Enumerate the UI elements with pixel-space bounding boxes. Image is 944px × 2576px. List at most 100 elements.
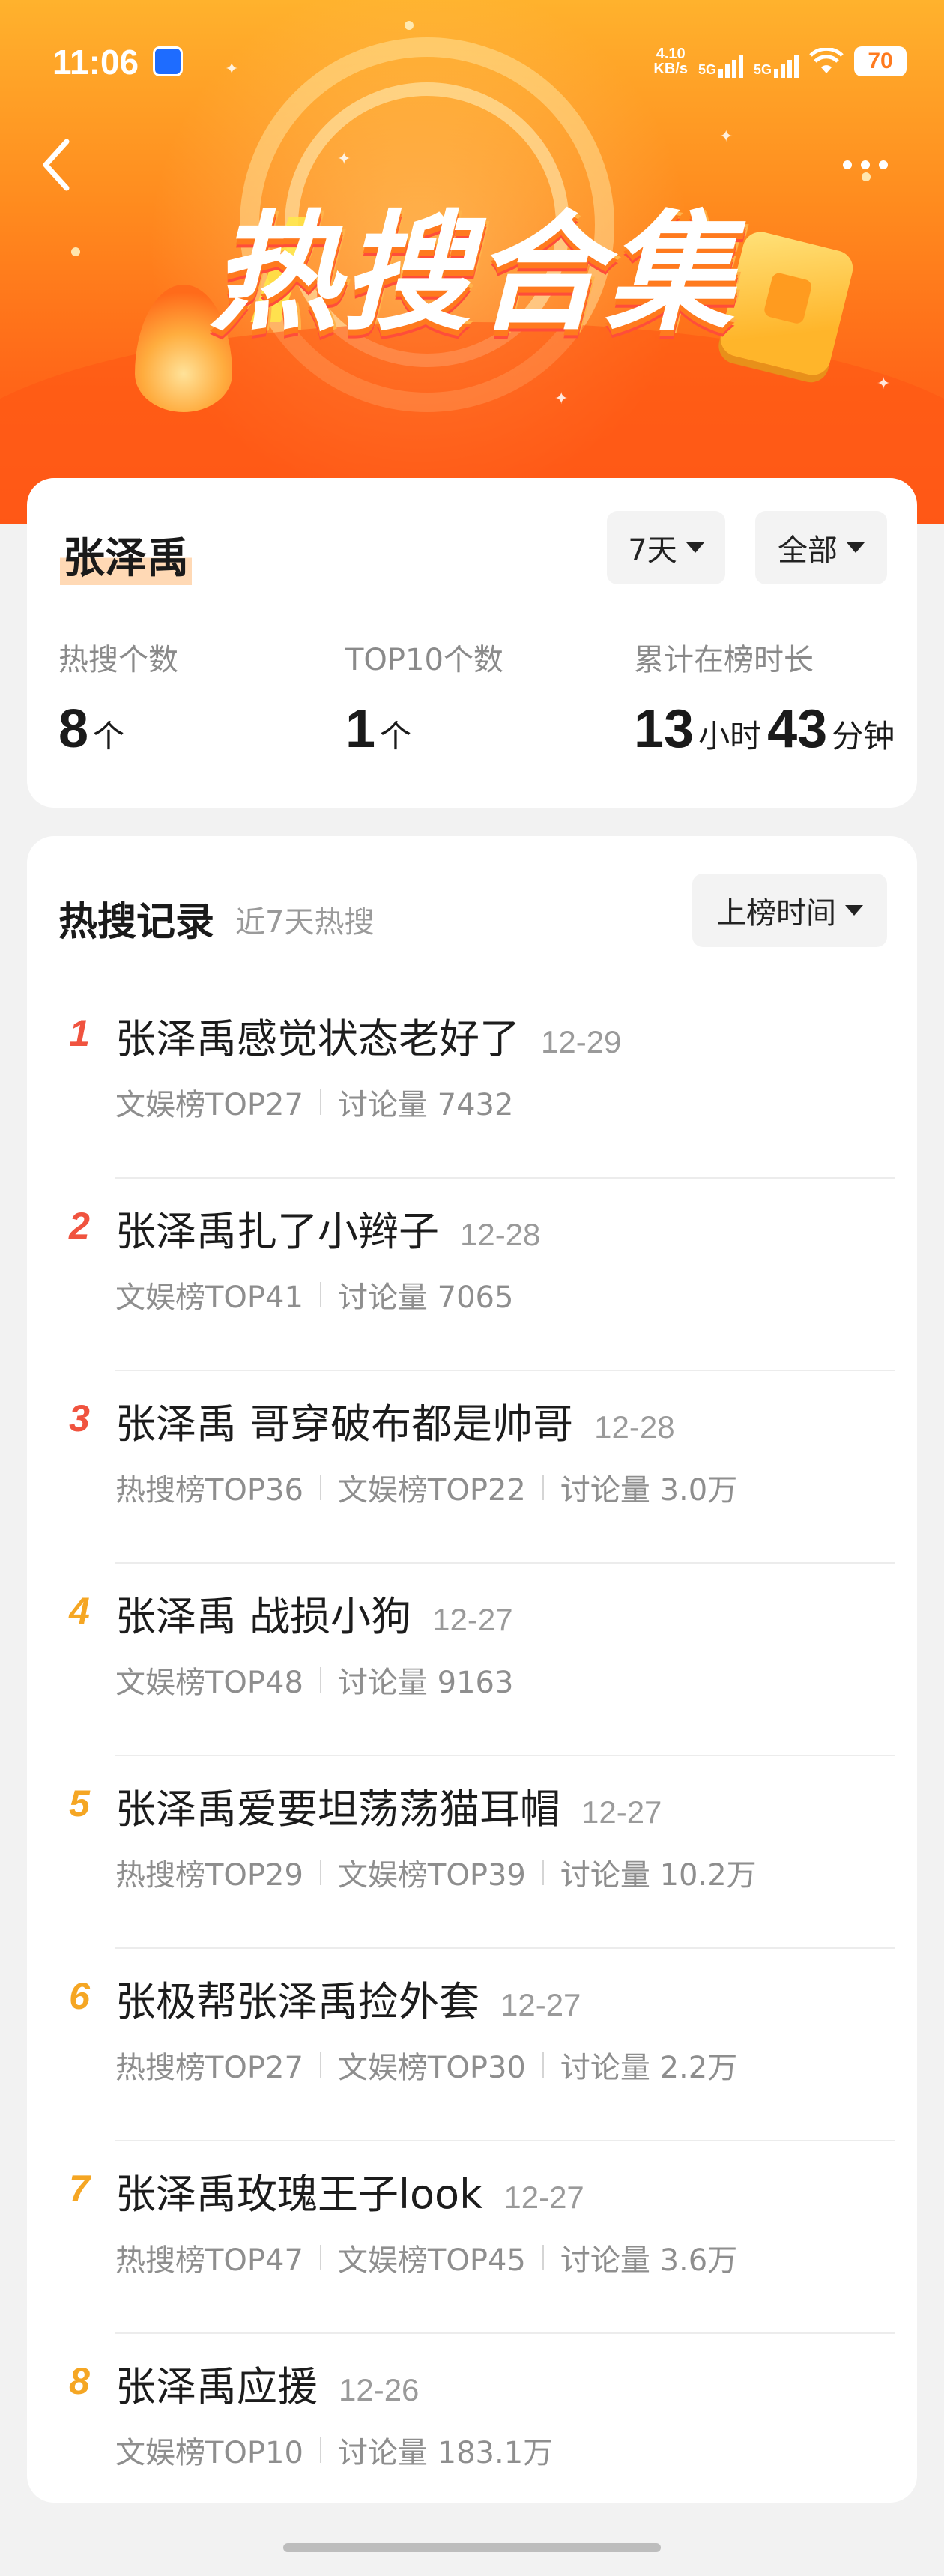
record-meta-item: 热搜榜TOP47 xyxy=(115,2243,303,2278)
record-meta-item: 讨论量 183.1万 xyxy=(337,2436,554,2470)
list-item[interactable]: 6 张极帮张泽禹捡外套 12-27 热搜榜TOP27 文娱榜TOP30 讨论量 2.2万 xyxy=(27,1949,917,2141)
battery-icon: 70 xyxy=(854,46,907,76)
chevron-left-icon xyxy=(43,139,70,191)
signal-5g-icon: 5G xyxy=(698,45,743,78)
records-title: 热搜记录 xyxy=(58,900,215,945)
category-filter-label: 全部 xyxy=(778,533,838,568)
sort-label: 上榜时间 xyxy=(716,896,836,931)
network-speed-value: 4.10 xyxy=(656,46,686,62)
category-filter-dropdown[interactable]: 全部 xyxy=(755,511,887,584)
wifi-icon xyxy=(809,48,844,73)
signal-label: 5G xyxy=(698,62,716,77)
record-date: 12-27 xyxy=(503,2180,584,2215)
list-item[interactable]: 3 张泽禹 哥穿破布都是帅哥 12-28 热搜榜TOP36 文娱榜TOP22 讨论量 3.… xyxy=(27,1371,917,1564)
meta-separator xyxy=(319,1860,321,1885)
more-options-button[interactable] xyxy=(824,146,907,184)
caret-down-icon xyxy=(845,905,863,916)
network-speed-unit: KB/s xyxy=(653,61,688,77)
stat-unit: 小时 xyxy=(698,718,762,755)
record-meta-item: 讨论量 7065 xyxy=(337,1281,514,1315)
stat-value: 1个 xyxy=(345,698,503,760)
record-title: 张泽禹应援 xyxy=(115,2363,318,2410)
record-title: 张泽禹 战损小狗 xyxy=(115,1593,412,1640)
meta-separator xyxy=(319,1282,321,1307)
rank-number: 2 xyxy=(69,1205,90,1247)
record-date: 12-26 xyxy=(339,2372,420,2407)
record-title: 张极帮张泽禹捡外套 xyxy=(115,1978,479,2025)
back-button[interactable] xyxy=(30,135,82,195)
person-name: 张泽禹 xyxy=(60,524,192,585)
sparkle-icon: ✦ xyxy=(225,60,239,79)
record-title-line: 张泽禹应援 12-26 xyxy=(115,2353,419,2413)
record-meta-item: 文娱榜TOP22 xyxy=(337,1473,526,1508)
notification-app-icon xyxy=(153,46,183,76)
network-speed: 4.10 KB/s xyxy=(653,46,688,76)
signal-5g-icon: 5G xyxy=(754,45,799,78)
record-meta-item: 文娱榜TOP30 xyxy=(337,2051,526,2085)
list-item[interactable]: 1 张泽禹感觉状态老好了 12-29 文娱榜TOP27 讨论量 7432 xyxy=(27,986,917,1179)
signal-label: 5G xyxy=(753,62,772,77)
banner-title: 热搜合集 xyxy=(210,198,737,348)
record-meta-item: 讨论量 9163 xyxy=(337,1666,514,1700)
list-item[interactable]: 5 张泽禹爱要坦荡荡猫耳帽 12-27 热搜榜TOP29 文娱榜TOP39 讨论量 10.… xyxy=(27,1756,917,1949)
record-date: 12-27 xyxy=(581,1795,662,1830)
sparkle-icon: ✦ xyxy=(877,375,891,393)
home-indicator[interactable] xyxy=(283,2543,661,2552)
rank-number: 5 xyxy=(69,1783,90,1824)
meta-separator xyxy=(319,1475,321,1500)
meta-separator xyxy=(319,2052,321,2078)
meta-separator xyxy=(319,2437,321,2463)
record-meta-item: 讨论量 2.2万 xyxy=(560,2051,738,2085)
record-date: 12-28 xyxy=(460,1217,541,1252)
stat-label: TOP10个数 xyxy=(345,643,503,677)
record-date: 12-27 xyxy=(500,1987,581,2022)
rank-number: 6 xyxy=(69,1975,90,2017)
days-filter-label: 7天 xyxy=(628,533,677,568)
list-item[interactable]: 8 张泽禹应援 12-26 文娱榜TOP10 讨论量 183.1万 xyxy=(27,2334,917,2503)
banner-dot-decoration xyxy=(71,247,80,256)
rank-number: 1 xyxy=(69,1012,90,1054)
record-meta: 文娱榜TOP10 讨论量 183.1万 xyxy=(115,2428,553,2472)
stat-value: 13 小时 43 分钟 xyxy=(634,698,901,760)
record-meta-item: 文娱榜TOP27 xyxy=(115,1088,303,1122)
meta-separator xyxy=(542,2245,544,2270)
stat-top10-count: TOP10个数 1个 xyxy=(345,635,503,760)
record-date: 12-29 xyxy=(541,1024,622,1059)
caret-down-icon xyxy=(686,542,704,553)
sparkle-icon: ✦ xyxy=(554,390,569,408)
stat-number: 13 xyxy=(634,699,695,759)
stat-number: 8 xyxy=(58,699,89,759)
record-meta: 热搜榜TOP27 文娱榜TOP30 讨论量 2.2万 xyxy=(115,2043,737,2087)
summary-card: 张泽禹 7天 全部 热搜个数 8个 TOP10个数 1个 累计在榜时长 13 小时… xyxy=(27,478,917,808)
meta-separator xyxy=(542,1475,544,1500)
meta-separator xyxy=(319,2245,321,2270)
record-meta: 热搜榜TOP47 文娱榜TOP45 讨论量 3.6万 xyxy=(115,2236,737,2279)
sort-dropdown[interactable]: 上榜时间 xyxy=(692,874,887,947)
record-meta-item: 热搜榜TOP27 xyxy=(115,2051,303,2085)
sparkle-icon: ✦ xyxy=(337,150,351,169)
records-subtitle: 近7天热搜 xyxy=(235,905,375,940)
list-item[interactable]: 4 张泽禹 战损小狗 12-27 文娱榜TOP48 讨论量 9163 xyxy=(27,1564,917,1756)
meta-separator xyxy=(542,1860,544,1885)
record-meta-item: 文娱榜TOP48 xyxy=(115,1666,303,1700)
stat-unit: 分钟 xyxy=(832,718,895,755)
record-title: 张泽禹扎了小辫子 xyxy=(115,1208,439,1255)
days-filter-dropdown[interactable]: 7天 xyxy=(607,511,725,584)
list-item[interactable]: 7 张泽禹玫瑰王子look 12-27 热搜榜TOP47 文娱榜TOP45 讨论量 3.6… xyxy=(27,2141,917,2334)
record-title-line: 张泽禹玫瑰王子look 12-27 xyxy=(115,2161,584,2220)
record-title-line: 张泽禹扎了小辫子 12-28 xyxy=(115,1198,540,1257)
stat-value: 8个 xyxy=(58,698,178,760)
record-meta: 文娱榜TOP41 讨论量 7065 xyxy=(115,1273,513,1316)
record-date: 12-27 xyxy=(432,1602,513,1637)
rank-number: 7 xyxy=(69,2168,90,2210)
stat-total-duration: 累计在榜时长 13 小时 43 分钟 xyxy=(634,635,901,760)
record-meta: 文娱榜TOP27 讨论量 7432 xyxy=(115,1080,513,1124)
record-meta-item: 讨论量 3.6万 xyxy=(560,2243,738,2278)
record-title-line: 张泽禹 战损小狗 12-27 xyxy=(115,1583,513,1642)
rank-number: 3 xyxy=(69,1397,90,1439)
banner-dot-decoration xyxy=(405,21,414,30)
record-title: 张泽禹玫瑰王子look xyxy=(115,2171,483,2218)
meta-separator xyxy=(319,1089,321,1115)
record-title: 张泽禹 哥穿破布都是帅哥 xyxy=(115,1400,574,1448)
list-item[interactable]: 2 张泽禹扎了小辫子 12-28 文娱榜TOP41 讨论量 7065 xyxy=(27,1179,917,1371)
